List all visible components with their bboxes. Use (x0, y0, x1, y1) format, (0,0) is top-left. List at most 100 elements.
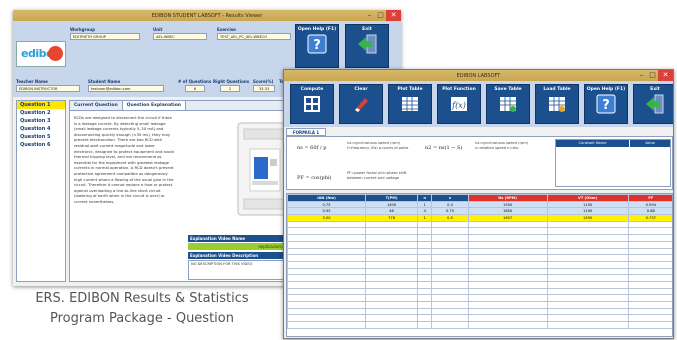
close-icon[interactable]: ✕ (658, 70, 673, 81)
table-cell[interactable]: 1500 (467, 200, 548, 209)
table-cell-empty[interactable] (365, 247, 419, 256)
table-cell-empty[interactable] (365, 227, 419, 236)
table-cell-empty[interactable] (627, 234, 672, 242)
table-cell-empty[interactable] (431, 240, 469, 249)
table-row-empty[interactable] (287, 267, 672, 276)
table-cell-empty[interactable] (467, 294, 548, 302)
table-cell-empty[interactable] (431, 227, 469, 236)
table-cell[interactable]: 1850 (467, 207, 548, 216)
table-cell-empty[interactable] (365, 220, 419, 229)
table-cell-empty[interactable] (627, 220, 672, 229)
table-cell-empty[interactable] (365, 307, 419, 316)
table-cell-empty[interactable] (417, 314, 433, 323)
table-cell-empty[interactable] (287, 234, 367, 242)
table-cell-empty[interactable] (287, 260, 367, 269)
table-cell-empty[interactable] (627, 260, 672, 269)
minimize-icon[interactable]: – (636, 70, 647, 81)
table-cell-empty[interactable] (417, 220, 433, 229)
table-cell-empty[interactable] (627, 274, 672, 282)
table-cell-empty[interactable] (417, 260, 433, 269)
table-row-empty[interactable] (287, 260, 672, 269)
table-cell-empty[interactable] (417, 301, 433, 309)
table-cell-empty[interactable] (417, 254, 433, 262)
tab-current-question[interactable]: Current Question (70, 101, 123, 110)
table-cell-empty[interactable] (287, 254, 367, 262)
table-cell-empty[interactable] (467, 301, 548, 309)
table-cell-empty[interactable] (627, 301, 672, 309)
table-row-empty[interactable] (287, 234, 672, 242)
table-row-empty[interactable] (287, 254, 672, 262)
table-row-empty[interactable] (287, 220, 672, 229)
question-item-4[interactable]: Question 4 (17, 125, 65, 133)
table-cell-empty[interactable] (467, 247, 548, 256)
table-cell-empty[interactable] (467, 287, 548, 296)
table-cell-empty[interactable] (546, 274, 629, 282)
table-cell[interactable]: 1395 (546, 214, 629, 222)
table-cell-empty[interactable] (467, 240, 548, 249)
table-row-empty[interactable] (287, 280, 672, 289)
minimize-icon[interactable]: – (364, 10, 375, 21)
table-cell-empty[interactable] (467, 314, 548, 323)
table-cell-empty[interactable] (287, 220, 367, 229)
table-cell-empty[interactable] (417, 274, 433, 282)
table-cell[interactable]: 778 (365, 214, 419, 222)
table-cell[interactable]: 1 (417, 214, 433, 222)
table-cell-empty[interactable] (627, 240, 672, 249)
table-cell-empty[interactable] (365, 260, 419, 269)
table-cell[interactable]: 0.95 (287, 207, 367, 216)
table-cell-empty[interactable] (467, 267, 548, 276)
table-cell-empty[interactable] (467, 234, 548, 242)
question-item-6[interactable]: Question 6 (17, 141, 65, 149)
table-cell-empty[interactable] (417, 267, 433, 276)
table-cell-empty[interactable] (467, 227, 548, 236)
table-cell-empty[interactable] (431, 321, 469, 329)
table-row-empty[interactable] (287, 287, 672, 296)
table-cell-empty[interactable] (365, 234, 419, 242)
table-cell-empty[interactable] (467, 307, 548, 316)
table-cell-empty[interactable] (287, 267, 367, 276)
table-cell[interactable]: 0.88 (627, 207, 672, 216)
table-cell-empty[interactable] (546, 280, 629, 289)
table-cell-empty[interactable] (417, 287, 433, 296)
table-cell-empty[interactable] (417, 294, 433, 302)
open-help-button[interactable]: Open Help (F1) ? (295, 24, 339, 68)
close-icon[interactable]: ✕ (386, 10, 401, 21)
table-cell-empty[interactable] (627, 267, 672, 276)
table-cell-empty[interactable] (365, 254, 419, 262)
table-cell-empty[interactable] (365, 314, 419, 323)
table-row-empty[interactable] (287, 301, 672, 309)
table-cell[interactable]: 1400 (365, 200, 419, 209)
table-cell-empty[interactable] (546, 247, 629, 256)
table-row[interactable]: 0.95 46 4 0.75 1850 1190 0.88 (287, 207, 672, 216)
table-cell-empty[interactable] (431, 274, 469, 282)
table-cell-empty[interactable] (365, 321, 419, 329)
table-cell-empty[interactable] (546, 301, 629, 309)
table-cell-empty[interactable] (287, 301, 367, 309)
table-row-empty[interactable] (287, 314, 672, 323)
table-cell-empty[interactable] (287, 307, 367, 316)
tab-question-explanation[interactable]: Question Explanation (122, 101, 186, 110)
table-cell-empty[interactable] (287, 314, 367, 323)
toolbar-button-save-table[interactable]: Save Table (486, 84, 530, 124)
table-cell-empty[interactable] (467, 260, 548, 269)
table-cell-empty[interactable] (365, 274, 419, 282)
table-cell[interactable]: 3.00 (287, 214, 367, 222)
question-item-2[interactable]: Question 2 (17, 109, 65, 117)
table-cell-empty[interactable] (417, 234, 433, 242)
table-cell-empty[interactable] (627, 307, 672, 316)
table-row-empty[interactable] (287, 321, 672, 329)
table-cell-empty[interactable] (287, 240, 367, 249)
toolbar-button-plot-table[interactable]: Plot Table (388, 84, 432, 124)
table-cell-empty[interactable] (546, 240, 629, 249)
table-cell-empty[interactable] (627, 287, 672, 296)
table-cell-empty[interactable] (417, 247, 433, 256)
maximize-icon[interactable]: □ (647, 70, 658, 81)
table-cell-empty[interactable] (467, 220, 548, 229)
table-cell-empty[interactable] (627, 321, 672, 329)
table-cell-empty[interactable] (467, 254, 548, 262)
question-item-1[interactable]: Question 1 (17, 101, 65, 109)
table-cell-empty[interactable] (431, 234, 469, 242)
table-cell-empty[interactable] (287, 321, 367, 329)
table-cell-empty[interactable] (431, 287, 469, 296)
table-cell[interactable]: 0.737 (627, 214, 672, 222)
